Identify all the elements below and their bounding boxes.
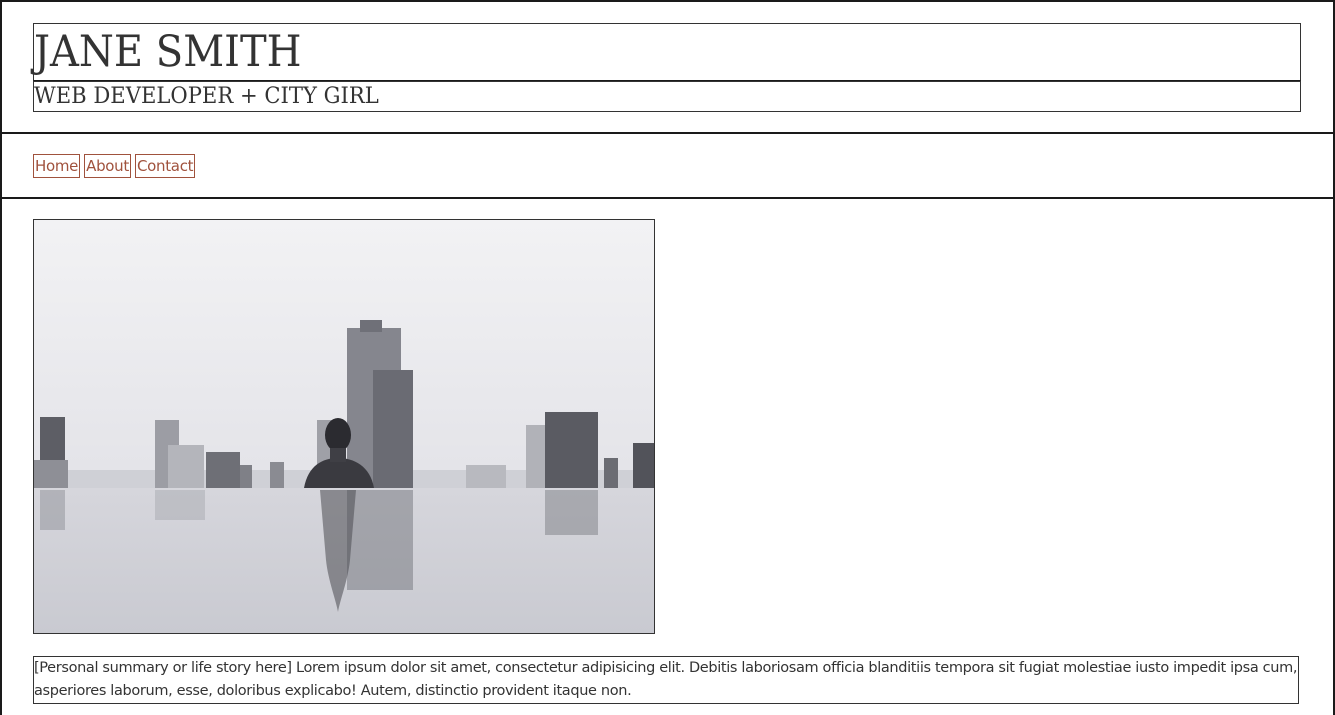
nav-item-about: About xyxy=(84,154,131,178)
nav-item-contact: Contact xyxy=(134,154,196,178)
hero-image xyxy=(33,219,655,634)
page-title: JANE SMITH xyxy=(34,27,302,77)
page-subtitle: WEB DEVELOPER + CITY GIRL xyxy=(34,84,379,109)
title-box: JANE SMITH xyxy=(33,23,1301,81)
nav-item-home: Home xyxy=(33,154,81,178)
personal-summary: [Personal summary or life story here] Lo… xyxy=(33,656,1299,704)
city-pool-photo xyxy=(34,220,654,633)
site-header: JANE SMITH WEB DEVELOPER + CITY GIRL xyxy=(2,2,1333,134)
nav-link-contact[interactable]: Contact xyxy=(134,154,196,178)
subtitle-box: WEB DEVELOPER + CITY GIRL xyxy=(33,81,1301,112)
nav-list: Home About Contact xyxy=(33,154,196,178)
main-nav: Home About Contact xyxy=(2,134,1333,199)
nav-link-home[interactable]: Home xyxy=(33,154,81,178)
nav-link-about[interactable]: About xyxy=(84,154,131,178)
